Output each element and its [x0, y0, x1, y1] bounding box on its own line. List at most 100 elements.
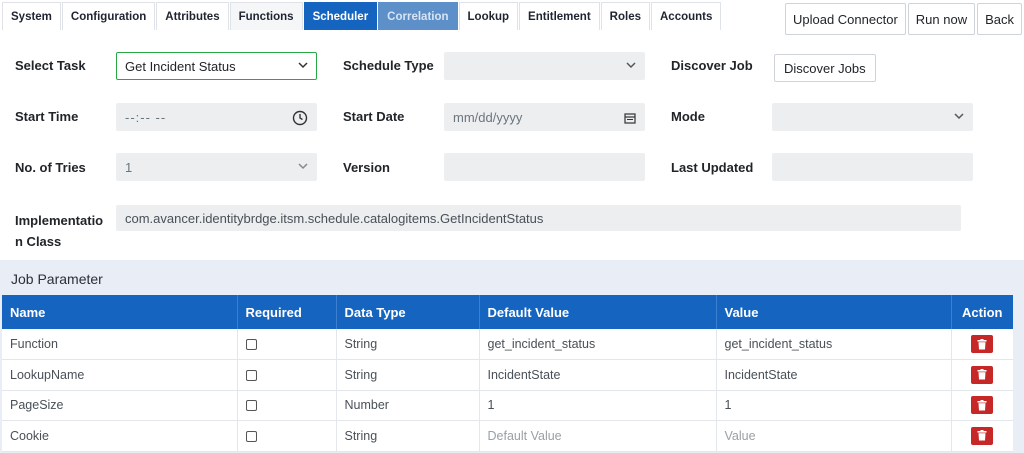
run-now-button[interactable]: Run now: [907, 3, 976, 35]
cell-default-value[interactable]: get_incident_status: [479, 329, 717, 360]
cell-default-value[interactable]: 1: [479, 390, 717, 421]
start-date-input[interactable]: mm/dd/yyyy: [444, 103, 645, 131]
default-value-placeholder: Default Value: [487, 428, 562, 443]
start-time-input[interactable]: --:-- --: [116, 103, 317, 131]
table-row: PageSize Number 1 1: [2, 390, 1013, 421]
chevron-down-icon: [298, 163, 308, 170]
required-checkbox[interactable]: [245, 400, 257, 412]
tab-lookup[interactable]: Lookup: [458, 2, 519, 30]
cell-name: Cookie: [2, 420, 238, 452]
tab-functions[interactable]: Functions: [229, 2, 303, 30]
calendar-icon[interactable]: [624, 112, 636, 124]
mode-dropdown[interactable]: [772, 103, 973, 131]
start-time-placeholder: --:-- --: [125, 109, 167, 125]
implementation-class-label-line1: Implementatio: [15, 213, 104, 228]
cell-action: [951, 329, 1013, 360]
cell-data-type: String: [336, 329, 480, 360]
cell-default-value[interactable]: IncidentState: [479, 359, 717, 391]
tab-bar: System Configuration Attributes Function…: [0, 0, 1024, 35]
cell-required: [237, 390, 337, 421]
implementation-class-field[interactable]: com.avancer.identitybrdge.itsm.schedule.…: [116, 205, 961, 231]
upload-connector-button[interactable]: Upload Connector: [784, 3, 906, 35]
table-row: Cookie String Default Value Value: [2, 420, 1013, 452]
start-time-label: Start Time: [15, 109, 79, 124]
delete-button[interactable]: [971, 365, 994, 384]
tab-entitlement[interactable]: Entitlement: [519, 2, 600, 30]
cell-value[interactable]: Value: [716, 420, 952, 452]
chevron-down-icon: [626, 62, 636, 69]
select-task-value: Get Incident Status: [125, 58, 236, 74]
tab-list: System Configuration Attributes Function…: [2, 2, 722, 30]
table-row: LookupName String IncidentState Incident…: [2, 359, 1013, 391]
job-parameter-title: Job Parameter: [11, 271, 103, 287]
discover-jobs-button[interactable]: Discover Jobs: [774, 54, 876, 82]
column-header-value: Value: [716, 295, 952, 329]
column-header-default-value: Default Value: [479, 295, 717, 329]
table-row: Function String get_incident_status get_…: [2, 329, 1013, 360]
trash-icon: [977, 369, 987, 380]
mode-label: Mode: [671, 109, 705, 124]
cell-action: [951, 390, 1013, 421]
tries-label: No. of Tries: [15, 160, 86, 175]
delete-button[interactable]: [971, 396, 994, 415]
column-header-name: Name: [2, 295, 238, 329]
value-placeholder: Value: [724, 428, 756, 443]
chevron-down-icon: [298, 62, 308, 69]
trash-icon: [977, 338, 987, 349]
cell-action: [951, 420, 1013, 452]
cell-name: PageSize: [2, 390, 238, 421]
select-task-dropdown[interactable]: Get Incident Status: [116, 52, 317, 80]
start-date-label: Start Date: [343, 109, 405, 124]
column-header-action: Action: [951, 295, 1013, 329]
tab-scheduler[interactable]: Scheduler: [303, 2, 378, 30]
tab-roles[interactable]: Roles: [600, 2, 650, 30]
schedule-type-label: Schedule Type: [343, 58, 434, 73]
required-checkbox[interactable]: [245, 339, 257, 351]
required-checkbox[interactable]: [245, 430, 257, 442]
delete-button[interactable]: [971, 335, 994, 353]
cell-data-type: String: [336, 420, 480, 452]
tab-accounts[interactable]: Accounts: [651, 2, 722, 30]
cell-data-type: Number: [336, 390, 480, 421]
trash-icon: [977, 430, 987, 441]
tries-value: 1: [125, 159, 133, 175]
scheduler-form: Select Task Get Incident Status Schedule…: [0, 33, 1024, 260]
implementation-class-value: com.avancer.identitybrdge.itsm.schedule.…: [125, 210, 544, 226]
last-updated-label: Last Updated: [671, 160, 754, 175]
tab-configuration[interactable]: Configuration: [61, 2, 156, 30]
column-header-required: Required: [237, 295, 337, 329]
cell-data-type: String: [336, 359, 480, 391]
select-task-label: Select Task: [15, 58, 86, 73]
tab-system[interactable]: System: [2, 2, 61, 30]
delete-button[interactable]: [971, 426, 994, 445]
version-label: Version: [343, 160, 390, 175]
cell-value[interactable]: IncidentState: [716, 359, 952, 391]
trash-icon: [977, 399, 987, 411]
cell-required: [237, 420, 337, 452]
version-field[interactable]: [444, 153, 645, 181]
cell-name: LookupName: [2, 359, 238, 391]
job-parameter-section: Job Parameter Name Required Data Type De…: [0, 260, 1024, 453]
top-actions: Upload Connector Run now Back: [784, 3, 1022, 35]
chevron-down-icon: [954, 113, 964, 120]
cell-required: [237, 359, 337, 391]
discover-job-label: Discover Job: [671, 58, 753, 73]
implementation-class-label: Implementatio n Class: [15, 210, 103, 252]
table-header-row: Name Required Data Type Default Value Va…: [2, 295, 1013, 329]
cell-action: [951, 359, 1013, 391]
cell-value[interactable]: get_incident_status: [716, 329, 952, 360]
cell-default-value[interactable]: Default Value: [479, 420, 717, 452]
tries-dropdown[interactable]: 1: [116, 153, 317, 181]
schedule-type-dropdown[interactable]: [444, 52, 645, 80]
start-date-placeholder: mm/dd/yyyy: [453, 109, 523, 125]
column-header-data-type: Data Type: [336, 295, 480, 329]
last-updated-field[interactable]: [772, 153, 973, 181]
clock-icon[interactable]: [292, 110, 308, 126]
job-parameter-table: Name Required Data Type Default Value Va…: [2, 295, 1013, 452]
tab-attributes[interactable]: Attributes: [156, 2, 229, 30]
cell-name: Function: [2, 329, 238, 360]
cell-value[interactable]: 1: [716, 390, 952, 421]
required-checkbox[interactable]: [245, 369, 257, 381]
back-button[interactable]: Back: [977, 3, 1022, 35]
tab-correlation[interactable]: Correlation: [378, 2, 458, 30]
